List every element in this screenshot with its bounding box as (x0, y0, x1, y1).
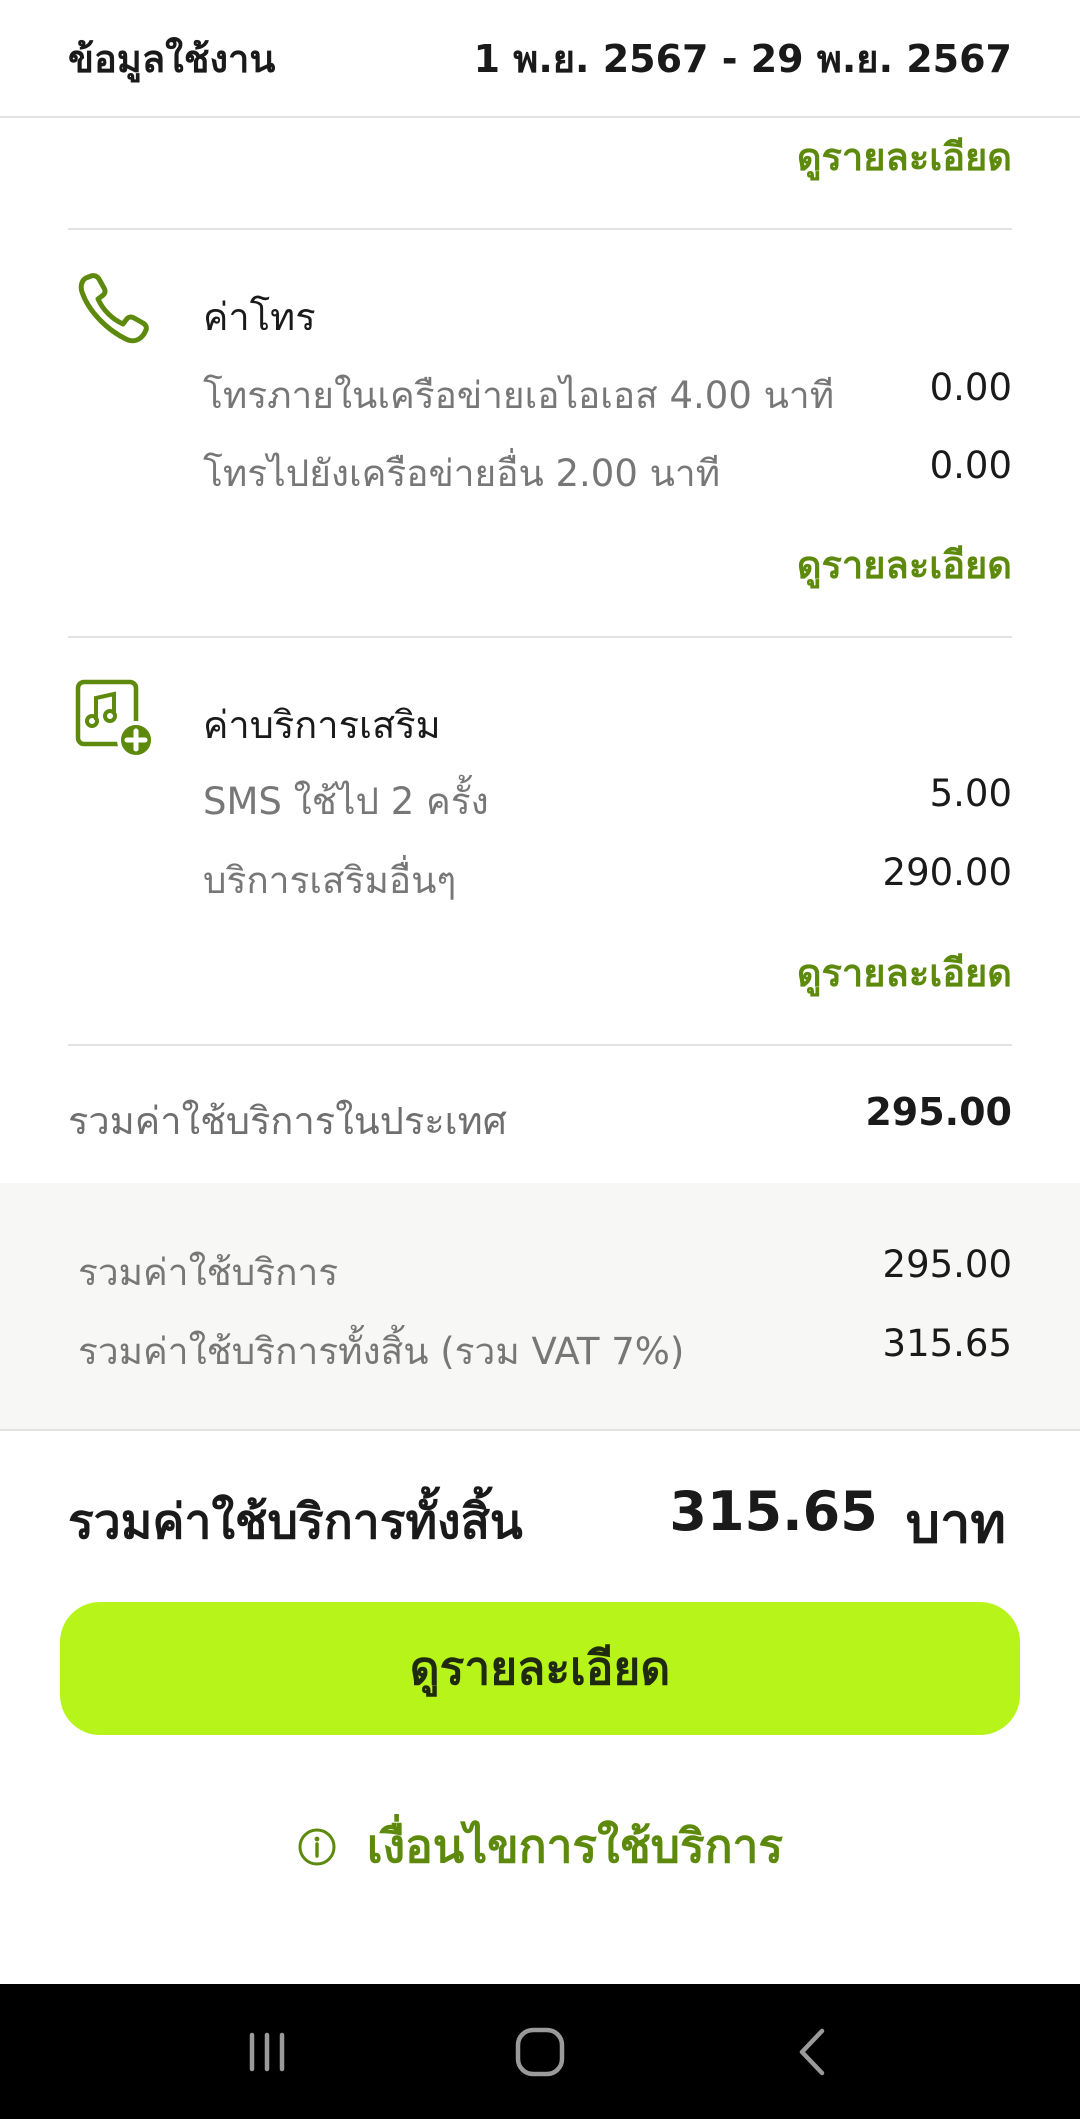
previous-section-detail-link[interactable]: ดูรายละเอียด (797, 126, 1012, 187)
grand-total-label: รวมค่าใช้บริการทั้งสิ้น (68, 1494, 523, 1550)
back-button[interactable] (773, 2012, 853, 2092)
call-row-value: 0.00 (929, 366, 1012, 409)
divider (68, 1044, 1012, 1046)
grand-total-value: 315.65 (669, 1480, 878, 1543)
summary-row-label: รวมค่าใช้บริการทั้งสิ้น (รวม VAT 7%) (78, 1330, 685, 1373)
call-row-label: โทรไปยังเครือข่ายอื่น 2.00 นาที (203, 452, 721, 495)
summary-box: รวมค่าใช้บริการ 295.00 รวมค่าใช้บริการทั… (0, 1183, 1080, 1431)
info-icon (298, 1828, 336, 1865)
domestic-total-value: 295.00 (865, 1090, 1012, 1134)
vas-row-value: 5.00 (929, 772, 1012, 815)
music-add-icon (75, 679, 155, 759)
vas-row-value: 290.00 (882, 851, 1012, 894)
back-icon (800, 2028, 825, 2075)
home-button[interactable] (500, 2012, 580, 2092)
phone-icon (78, 273, 149, 344)
terms-link[interactable]: เงื่อนไขการใช้บริการ (0, 1810, 1080, 1883)
call-row-label: โทรภายในเครือข่ายเอไอเอส 4.00 นาที (203, 374, 835, 417)
header-bar: ข้อมูลใช้งาน 1 พ.ย. 2567 - 29 พ.ย. 2567 (0, 0, 1080, 118)
billing-period: 1 พ.ย. 2567 - 29 พ.ย. 2567 (473, 36, 1012, 81)
domestic-total-label: รวมค่าใช้บริการในประเทศ (68, 1099, 507, 1143)
summary-row-value: 315.65 (882, 1322, 1012, 1365)
divider (68, 228, 1012, 230)
call-section-title: ค่าโทร (203, 295, 316, 339)
view-details-button[interactable]: ดูรายละเอียด (60, 1602, 1020, 1735)
recents-button[interactable] (227, 2012, 307, 2092)
currency-label: บาท (905, 1492, 1006, 1555)
system-nav-bar (0, 1984, 1080, 2119)
vas-section-title: ค่าบริการเสริม (203, 703, 441, 747)
terms-link-label: เงื่อนไขการใช้บริการ (366, 1819, 784, 1873)
summary-row-value: 295.00 (882, 1243, 1012, 1286)
home-icon (515, 2027, 565, 2076)
vas-row-label: บริการเสริมอื่นๆ (203, 859, 457, 902)
divider (68, 636, 1012, 638)
grand-total-amount: 315.65 บาท (669, 1480, 1006, 1566)
vas-detail-link[interactable]: ดูรายละเอียด (797, 942, 1012, 1003)
summary-row-label: รวมค่าใช้บริการ (78, 1251, 339, 1294)
vas-row-label: SMS ใช้ไป 2 ครั้ง (203, 780, 489, 823)
page-title: ข้อมูลใช้งาน (68, 36, 276, 81)
call-detail-link[interactable]: ดูรายละเอียด (797, 534, 1012, 595)
call-row-value: 0.00 (929, 444, 1012, 487)
recents-icon (249, 2032, 284, 2071)
